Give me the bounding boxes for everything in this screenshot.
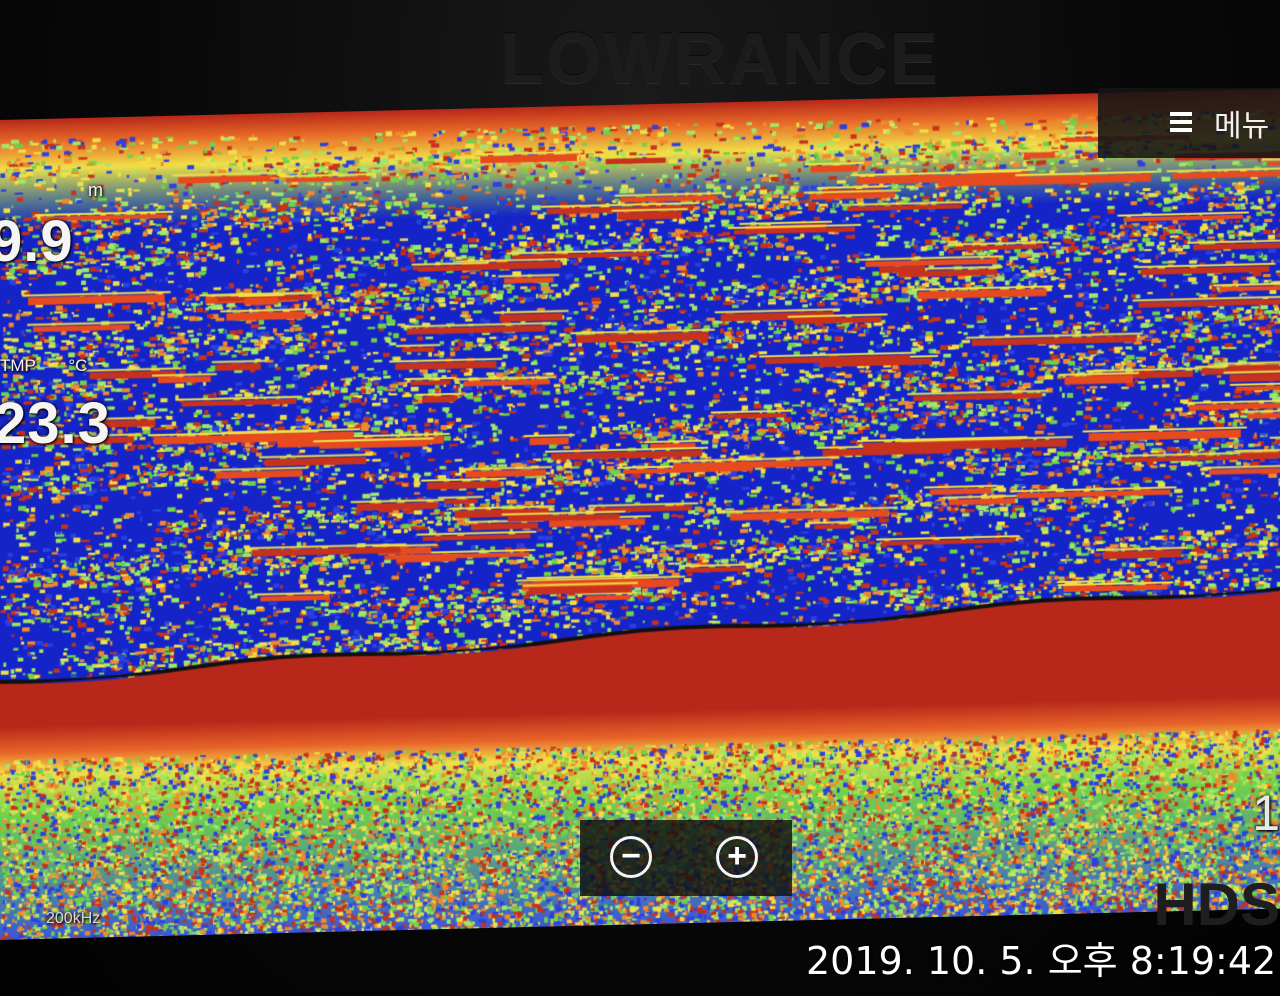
depth-unit: m <box>88 180 103 200</box>
temperature-unit: °C <box>68 356 88 375</box>
depth-readout: 9.9 <box>0 209 74 274</box>
sonar-echogram[interactable] <box>0 88 1280 941</box>
temperature-label: TMP °C <box>0 356 87 376</box>
model-badge: HDS <box>1153 871 1280 938</box>
brand-logo: LOWRANCE <box>500 19 940 99</box>
frequency-label: 200kHz <box>46 910 101 927</box>
photo-timestamp: 2019. 10. 5. 오후 8:19:42 <box>806 939 1277 983</box>
zoom-controls: − + <box>580 820 792 896</box>
zoom-in-icon[interactable]: + <box>716 836 758 878</box>
fishfinder-device: LOWRANCE 메뉴 m 9.9 TMP °C 23.3 1 200kHz −… <box>0 0 1280 996</box>
temperature-readout: 23.3 <box>0 391 111 456</box>
sonar-screen[interactable] <box>0 88 1280 941</box>
range-scale-value: 1 <box>1252 785 1280 841</box>
hamburger-menu-icon <box>1170 112 1192 134</box>
zoom-out-icon[interactable]: − <box>610 836 652 878</box>
menu-label: 메뉴 <box>1214 110 1270 143</box>
menu-button[interactable]: 메뉴 <box>1098 88 1280 158</box>
temperature-label-text: TMP <box>0 356 36 375</box>
